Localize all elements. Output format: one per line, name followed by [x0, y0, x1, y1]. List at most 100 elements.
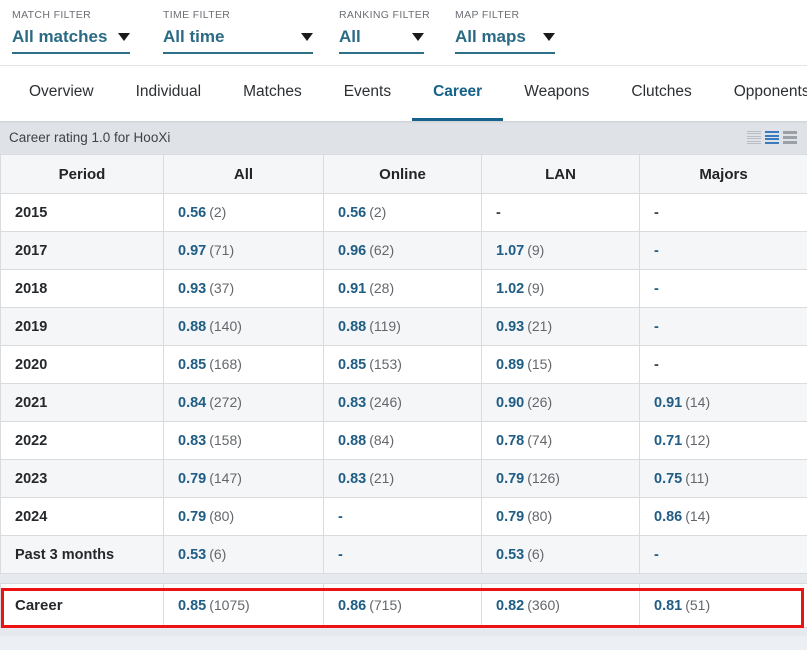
ranking-filter-dropdown[interactable]: All	[339, 26, 424, 54]
cell-all: 0.93 (37)	[163, 269, 324, 308]
cell-online: 0.96 (62)	[323, 231, 482, 270]
cell-period: 2018	[0, 269, 164, 308]
cell-lan: 0.89 (15)	[481, 345, 640, 384]
rating-value: 0.86	[654, 509, 683, 525]
panel-title: Career rating 1.0 for HooXi	[9, 130, 171, 145]
match-count: (153)	[369, 356, 402, 372]
cell-lan: 1.02 (9)	[481, 269, 640, 308]
filter-label-map: MAP FILTER	[455, 9, 520, 21]
no-data-dash: -	[654, 357, 659, 373]
match-count: (14)	[685, 508, 711, 524]
tab-individual[interactable]: Individual	[115, 66, 223, 121]
view-expanded-icon[interactable]	[783, 131, 797, 144]
column-header-all: All	[163, 154, 324, 194]
tab-matches[interactable]: Matches	[222, 66, 323, 121]
cell-period: 2019	[0, 307, 164, 346]
match-count: (158)	[209, 432, 242, 448]
column-header-period: Period	[0, 154, 164, 194]
cell-majors: -	[639, 535, 807, 574]
career-table: Period All Online LAN Majors 2015 0.56 (2)…	[0, 154, 807, 574]
cell-majors: 0.71 (12)	[639, 421, 807, 460]
cell-all: 0.97 (71)	[163, 231, 324, 270]
match-count: (9)	[527, 280, 545, 296]
cell-majors: 0.86 (14)	[639, 497, 807, 536]
career-total-row: Career 0.85 (1075) 0.86 (715) 0.82 (360) 0.…	[0, 583, 807, 628]
map-filter-dropdown[interactable]: All maps	[455, 26, 555, 54]
career-total-lan: 0.82 (360)	[481, 583, 640, 628]
rating-value: 0.88	[178, 319, 207, 335]
time-filter-dropdown[interactable]: All time	[163, 26, 313, 54]
table-row: 2023 0.79 (147) 0.83 (21) 0.79 (126) 0.75 (11)	[0, 459, 807, 498]
tab-career[interactable]: Career	[412, 66, 504, 121]
tab-clutches[interactable]: Clutches	[610, 66, 712, 121]
rating-value: 0.88	[338, 433, 367, 449]
chevron-down-icon	[412, 33, 424, 41]
rating-value: 0.56	[178, 205, 207, 221]
match-count: (14)	[685, 394, 711, 410]
rating-value: 0.89	[496, 357, 525, 373]
rating-value: 0.56	[338, 205, 367, 221]
filter-group-match: MATCH FILTER All matches	[12, 9, 130, 54]
match-count: (168)	[209, 356, 242, 372]
time-filter-value: All time	[163, 27, 225, 46]
table-footer-gap	[0, 574, 807, 583]
tab-opponents[interactable]: Opponents	[713, 66, 807, 121]
tab-overview[interactable]: Overview	[8, 66, 115, 121]
match-count: (21)	[369, 470, 395, 486]
match-count: (28)	[369, 280, 395, 296]
rating-value: 1.07	[496, 243, 525, 259]
tab-events[interactable]: Events	[323, 66, 412, 121]
match-count: (1075)	[209, 597, 250, 613]
view-compact-icon[interactable]	[747, 131, 761, 144]
filter-label-match: MATCH FILTER	[12, 9, 92, 21]
table-row: Past 3 months 0.53 (6) -0.53 (6) -	[0, 535, 807, 574]
rating-value: 0.79	[178, 471, 207, 487]
cell-all: 0.79 (80)	[163, 497, 324, 536]
no-data-dash: -	[654, 243, 659, 259]
career-total-period: Career	[0, 583, 164, 628]
rating-value: 0.53	[178, 547, 207, 563]
cell-all: 0.83 (158)	[163, 421, 324, 460]
view-default-icon[interactable]	[765, 131, 779, 144]
cell-lan: -	[481, 193, 640, 232]
bottom-strip	[0, 628, 807, 636]
cell-online: 0.83 (21)	[323, 459, 482, 498]
filter-label-ranking: RANKING FILTER	[339, 9, 431, 21]
rating-value: 0.78	[496, 433, 525, 449]
cell-majors: -	[639, 231, 807, 270]
match-count: (715)	[369, 597, 402, 613]
no-data-dash: -	[654, 205, 659, 221]
match-count: (84)	[369, 432, 395, 448]
rating-value: 0.96	[338, 243, 367, 259]
no-data-dash: -	[654, 547, 659, 563]
cell-majors: -	[639, 345, 807, 384]
match-count: (11)	[685, 470, 710, 486]
cell-period: 2022	[0, 421, 164, 460]
tab-bar: Overview Individual Matches Events Caree…	[0, 66, 807, 121]
table-row: 2021 0.84 (272) 0.83 (246) 0.90 (26) 0.91 (14)	[0, 383, 807, 422]
ranking-filter-value: All	[339, 27, 361, 46]
cell-all: 0.88 (140)	[163, 307, 324, 346]
cell-all: 0.79 (147)	[163, 459, 324, 498]
rating-value: 0.90	[496, 395, 525, 411]
cell-majors: -	[639, 193, 807, 232]
career-total-table: Career 0.85 (1075) 0.86 (715) 0.82 (360) 0.…	[0, 583, 807, 628]
rating-value: 0.71	[654, 433, 683, 449]
rating-value: 0.79	[496, 471, 525, 487]
no-data-dash: -	[654, 281, 659, 297]
rating-value: 0.83	[338, 471, 367, 487]
cell-online: 0.88 (119)	[323, 307, 482, 346]
match-count: (12)	[685, 432, 711, 448]
match-count: (9)	[527, 242, 545, 258]
table-row: 2022 0.83 (158) 0.88 (84) 0.78 (74) 0.71 (12)	[0, 421, 807, 460]
column-header-online: Online	[323, 154, 482, 194]
cell-period: 2015	[0, 193, 164, 232]
rating-value: 0.79	[178, 509, 207, 525]
match-count: (147)	[209, 470, 242, 486]
tab-weapons[interactable]: Weapons	[503, 66, 610, 121]
match-filter-dropdown[interactable]: All matches	[12, 26, 130, 54]
cell-lan: 0.78 (74)	[481, 421, 640, 460]
cell-period: 2024	[0, 497, 164, 536]
cell-online: 0.85 (153)	[323, 345, 482, 384]
career-table-body: 2015 0.56 (2) 0.56 (2) - -2017 0.97 (71) 0.96 (62)…	[0, 193, 807, 574]
